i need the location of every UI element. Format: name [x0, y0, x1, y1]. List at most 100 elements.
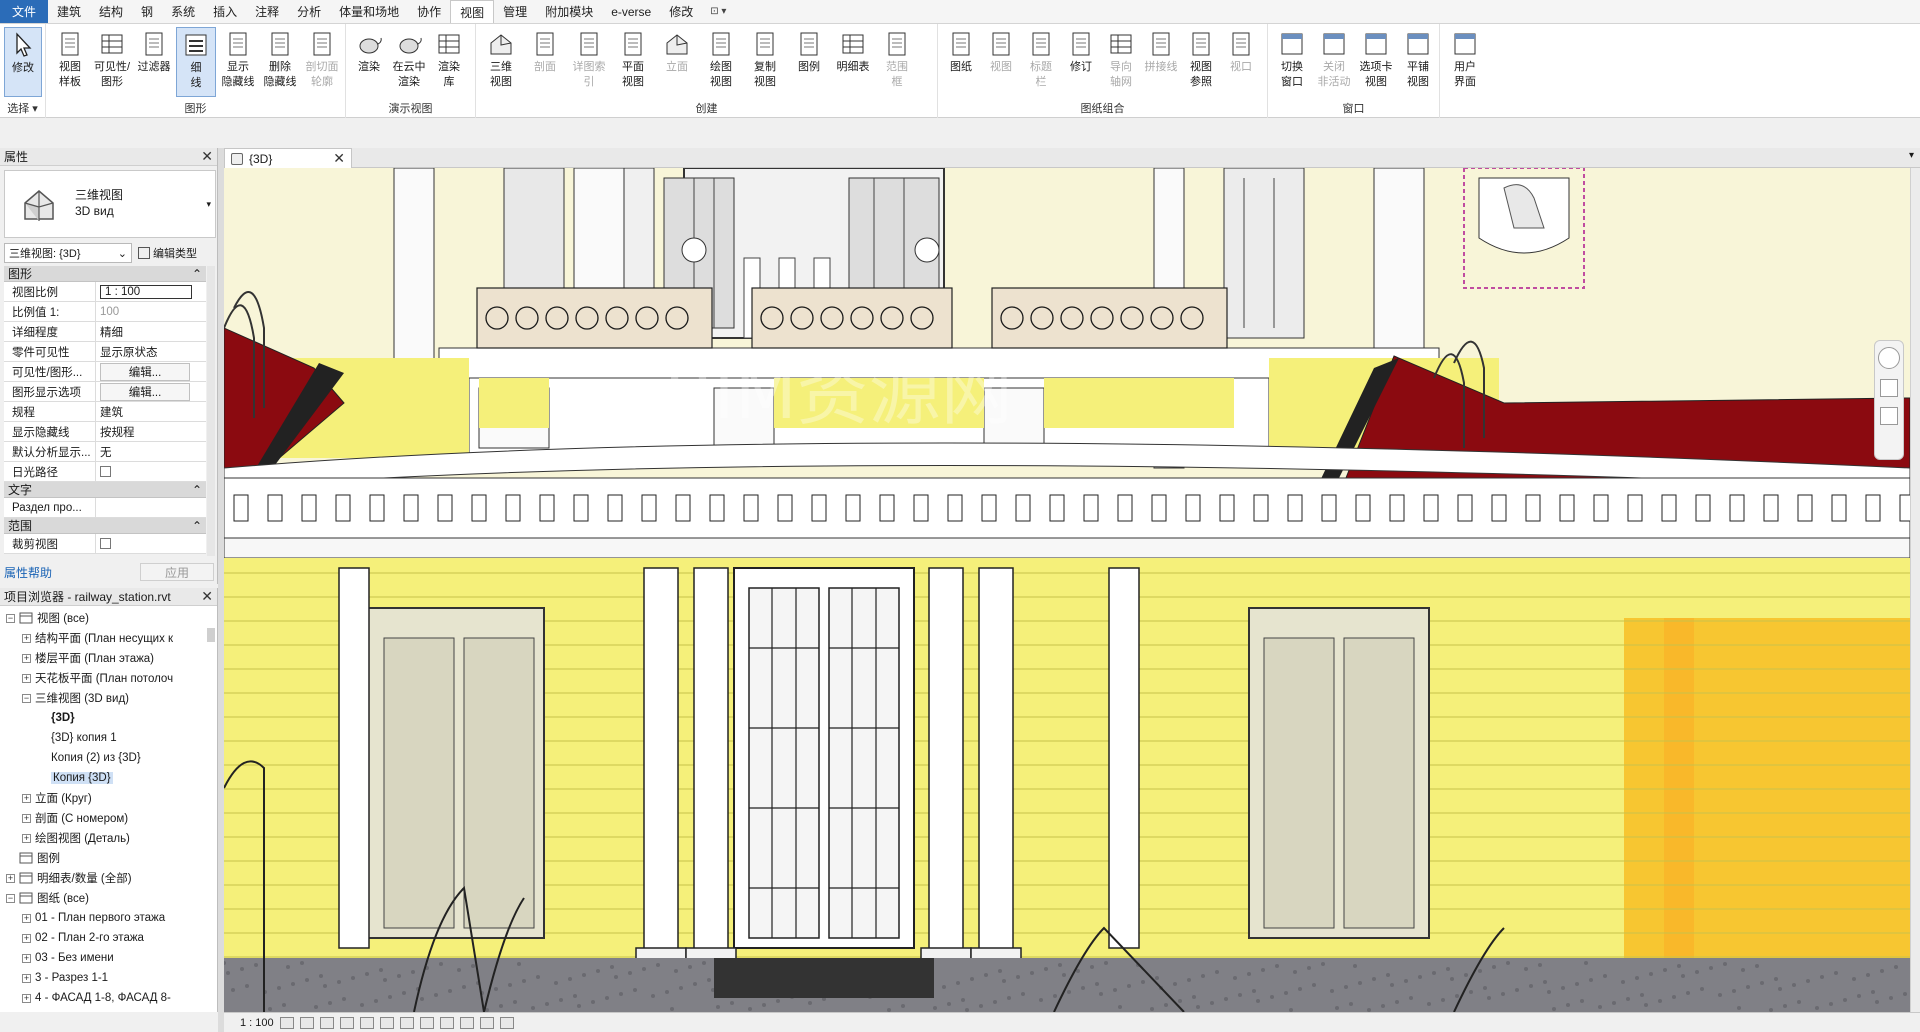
menu-tab[interactable]: 结构	[90, 0, 132, 23]
browser-item[interactable]: {3D} копия 1	[0, 728, 210, 748]
property-value[interactable]: 编辑...	[96, 382, 206, 401]
browser-close-icon[interactable]: ✕	[201, 588, 213, 605]
filters-button[interactable]: 过滤器	[134, 27, 174, 97]
property-value[interactable]: 1 : 100	[96, 282, 206, 301]
collapse-icon[interactable]: ⌃	[192, 519, 202, 533]
visibility-graphics-button[interactable]: 可见性/ 图形	[92, 27, 132, 97]
browser-item[interactable]: {3D}	[0, 708, 210, 728]
sheet-button[interactable]: 图纸	[942, 27, 980, 97]
lock-view-icon[interactable]	[419, 1016, 434, 1029]
select-panel-title[interactable]: 选择 ▾	[0, 100, 45, 116]
sun-path-icon[interactable]	[319, 1016, 334, 1029]
browser-item[interactable]: Копия (2) из {3D}	[0, 748, 210, 768]
navigation-bar[interactable]	[1874, 340, 1904, 460]
property-value[interactable]: 无	[96, 442, 206, 461]
browser-item[interactable]: + 立面 (Круг)	[0, 788, 210, 808]
browser-item[interactable]: 图例	[0, 848, 210, 868]
property-value[interactable]	[96, 462, 206, 481]
viewports-button[interactable]: 视口	[1222, 27, 1260, 97]
menu-tab[interactable]: 系统	[162, 0, 204, 23]
collapse-icon[interactable]: ⌃	[192, 483, 202, 497]
browser-item[interactable]: +03 - Без имени	[0, 948, 210, 968]
guide-grid-button[interactable]: 导向 轴网	[1102, 27, 1140, 97]
elevation-button[interactable]: 立面	[656, 27, 698, 97]
menu-overflow-dropdown-icon[interactable]: ⊡ ▾	[702, 0, 734, 23]
expand-icon[interactable]: +	[22, 813, 31, 823]
temporary-hide-icon[interactable]	[439, 1016, 454, 1029]
view-template-button[interactable]: 视图 样板	[50, 27, 90, 97]
show-crop-icon[interactable]	[399, 1016, 414, 1029]
apply-button[interactable]: 应用	[140, 563, 214, 581]
expand-icon[interactable]: +	[22, 973, 31, 983]
property-category[interactable]: 范围 ⌃	[4, 518, 206, 534]
remove-hidden-lines-button[interactable]: 删除 隐藏线	[260, 27, 300, 97]
menu-tab[interactable]: e-verse	[602, 0, 660, 23]
browser-item[interactable]: + 绘图视图 (Деталь)	[0, 828, 210, 848]
tab-overflow-icon[interactable]: ▾	[1909, 150, 1914, 161]
expand-icon[interactable]: +	[22, 933, 31, 943]
menu-tab[interactable]: 视图	[450, 0, 495, 23]
menu-tab[interactable]: 修改	[660, 0, 702, 23]
browser-item[interactable]: + 天花板平面 (План потолоч	[0, 668, 210, 688]
browser-item[interactable]: +02 - План 2-го этажа	[0, 928, 210, 948]
browser-item[interactable]: − 三维视图 (3D вид)	[0, 688, 210, 708]
zoom-extents-icon[interactable]	[1880, 407, 1898, 425]
property-category[interactable]: 图形 ⌃	[4, 266, 206, 282]
tile-views-button[interactable]: 平铺 视图	[1398, 27, 1438, 97]
properties-close-icon[interactable]: ✕	[201, 148, 213, 165]
type-dropdown-icon[interactable]: ▾	[206, 199, 211, 210]
menu-tab[interactable]: 管理	[494, 0, 536, 23]
menu-tab[interactable]: 建筑	[48, 0, 90, 23]
expand-icon[interactable]: +	[22, 793, 31, 803]
duplicate-view-button[interactable]: 复制 视图	[744, 27, 786, 97]
browser-item[interactable]: − 图纸 (все)	[0, 888, 210, 908]
view-reference-button[interactable]: 视图 参照	[1182, 27, 1220, 97]
browser-item[interactable]: + 明细表/数量 (全部)	[0, 868, 210, 888]
menu-tab[interactable]: 注释	[246, 0, 288, 23]
title-block-button[interactable]: 标题 栏	[1022, 27, 1060, 97]
property-value[interactable]	[96, 498, 206, 517]
expand-icon[interactable]: +	[22, 913, 31, 923]
modify-button[interactable]: 修改	[4, 27, 42, 97]
tab-views-button[interactable]: 选项卡 视图	[1356, 27, 1396, 97]
property-value[interactable]: 显示原状态	[96, 342, 206, 361]
menu-tab[interactable]: 体量和场地	[330, 0, 408, 23]
close-inactive-button[interactable]: 关闭 非活动	[1314, 27, 1354, 97]
revisions-button[interactable]: 修订	[1062, 27, 1100, 97]
checkbox[interactable]	[100, 466, 111, 477]
collapse-icon[interactable]: ⌃	[192, 267, 202, 281]
collapse-icon[interactable]: −	[6, 613, 15, 623]
thin-lines-button[interactable]: 细 线	[176, 27, 216, 97]
browser-item[interactable]: + 结构平面 (План несущих к	[0, 628, 210, 648]
visual-style-icon[interactable]	[299, 1016, 314, 1029]
browser-item[interactable]: + 剖面 (С номером)	[0, 808, 210, 828]
zoom-icon[interactable]	[1880, 379, 1898, 397]
worksharing-icon[interactable]	[479, 1016, 494, 1029]
property-value[interactable]: 编辑...	[96, 362, 206, 381]
property-value[interactable]: 按规程	[96, 422, 206, 441]
scale-readout[interactable]: 1 : 100	[240, 1017, 274, 1029]
properties-scrollbar[interactable]	[207, 266, 215, 556]
menu-tab[interactable]: 钢	[132, 0, 162, 23]
edit-type-button[interactable]: 编辑类型	[138, 245, 197, 261]
browser-scrollbar[interactable]	[207, 628, 215, 642]
expand-icon[interactable]: +	[22, 673, 31, 683]
place-view-button[interactable]: 视图	[982, 27, 1020, 97]
view-scale-field[interactable]: 1 : 100	[100, 284, 192, 299]
browser-item[interactable]: +3 - Разрез 1-1	[0, 968, 210, 988]
render-in-cloud-button[interactable]: 在云中 渲染	[390, 27, 428, 97]
section-button[interactable]: 剖面	[524, 27, 566, 97]
menu-tab[interactable]: 协作	[408, 0, 450, 23]
browser-item[interactable]: +4 - ФАСАД 1-8, ФАСАД 8-	[0, 988, 210, 1008]
browser-item[interactable]: + 楼层平面 (План этажа)	[0, 648, 210, 668]
render-button[interactable]: 渲染	[350, 27, 388, 97]
browser-item[interactable]: Копия {3D}	[0, 768, 210, 788]
3d-view-button[interactable]: 三维 视图	[480, 27, 522, 97]
menu-file[interactable]: 文件	[0, 0, 49, 23]
browser-item[interactable]: − 视图 (все)	[0, 608, 210, 628]
expand-icon[interactable]: +	[6, 873, 15, 883]
expand-icon[interactable]: +	[22, 953, 31, 963]
property-category[interactable]: 文字 ⌃	[4, 482, 206, 498]
shadows-icon[interactable]	[339, 1016, 354, 1029]
legends-button[interactable]: 图例	[788, 27, 830, 97]
